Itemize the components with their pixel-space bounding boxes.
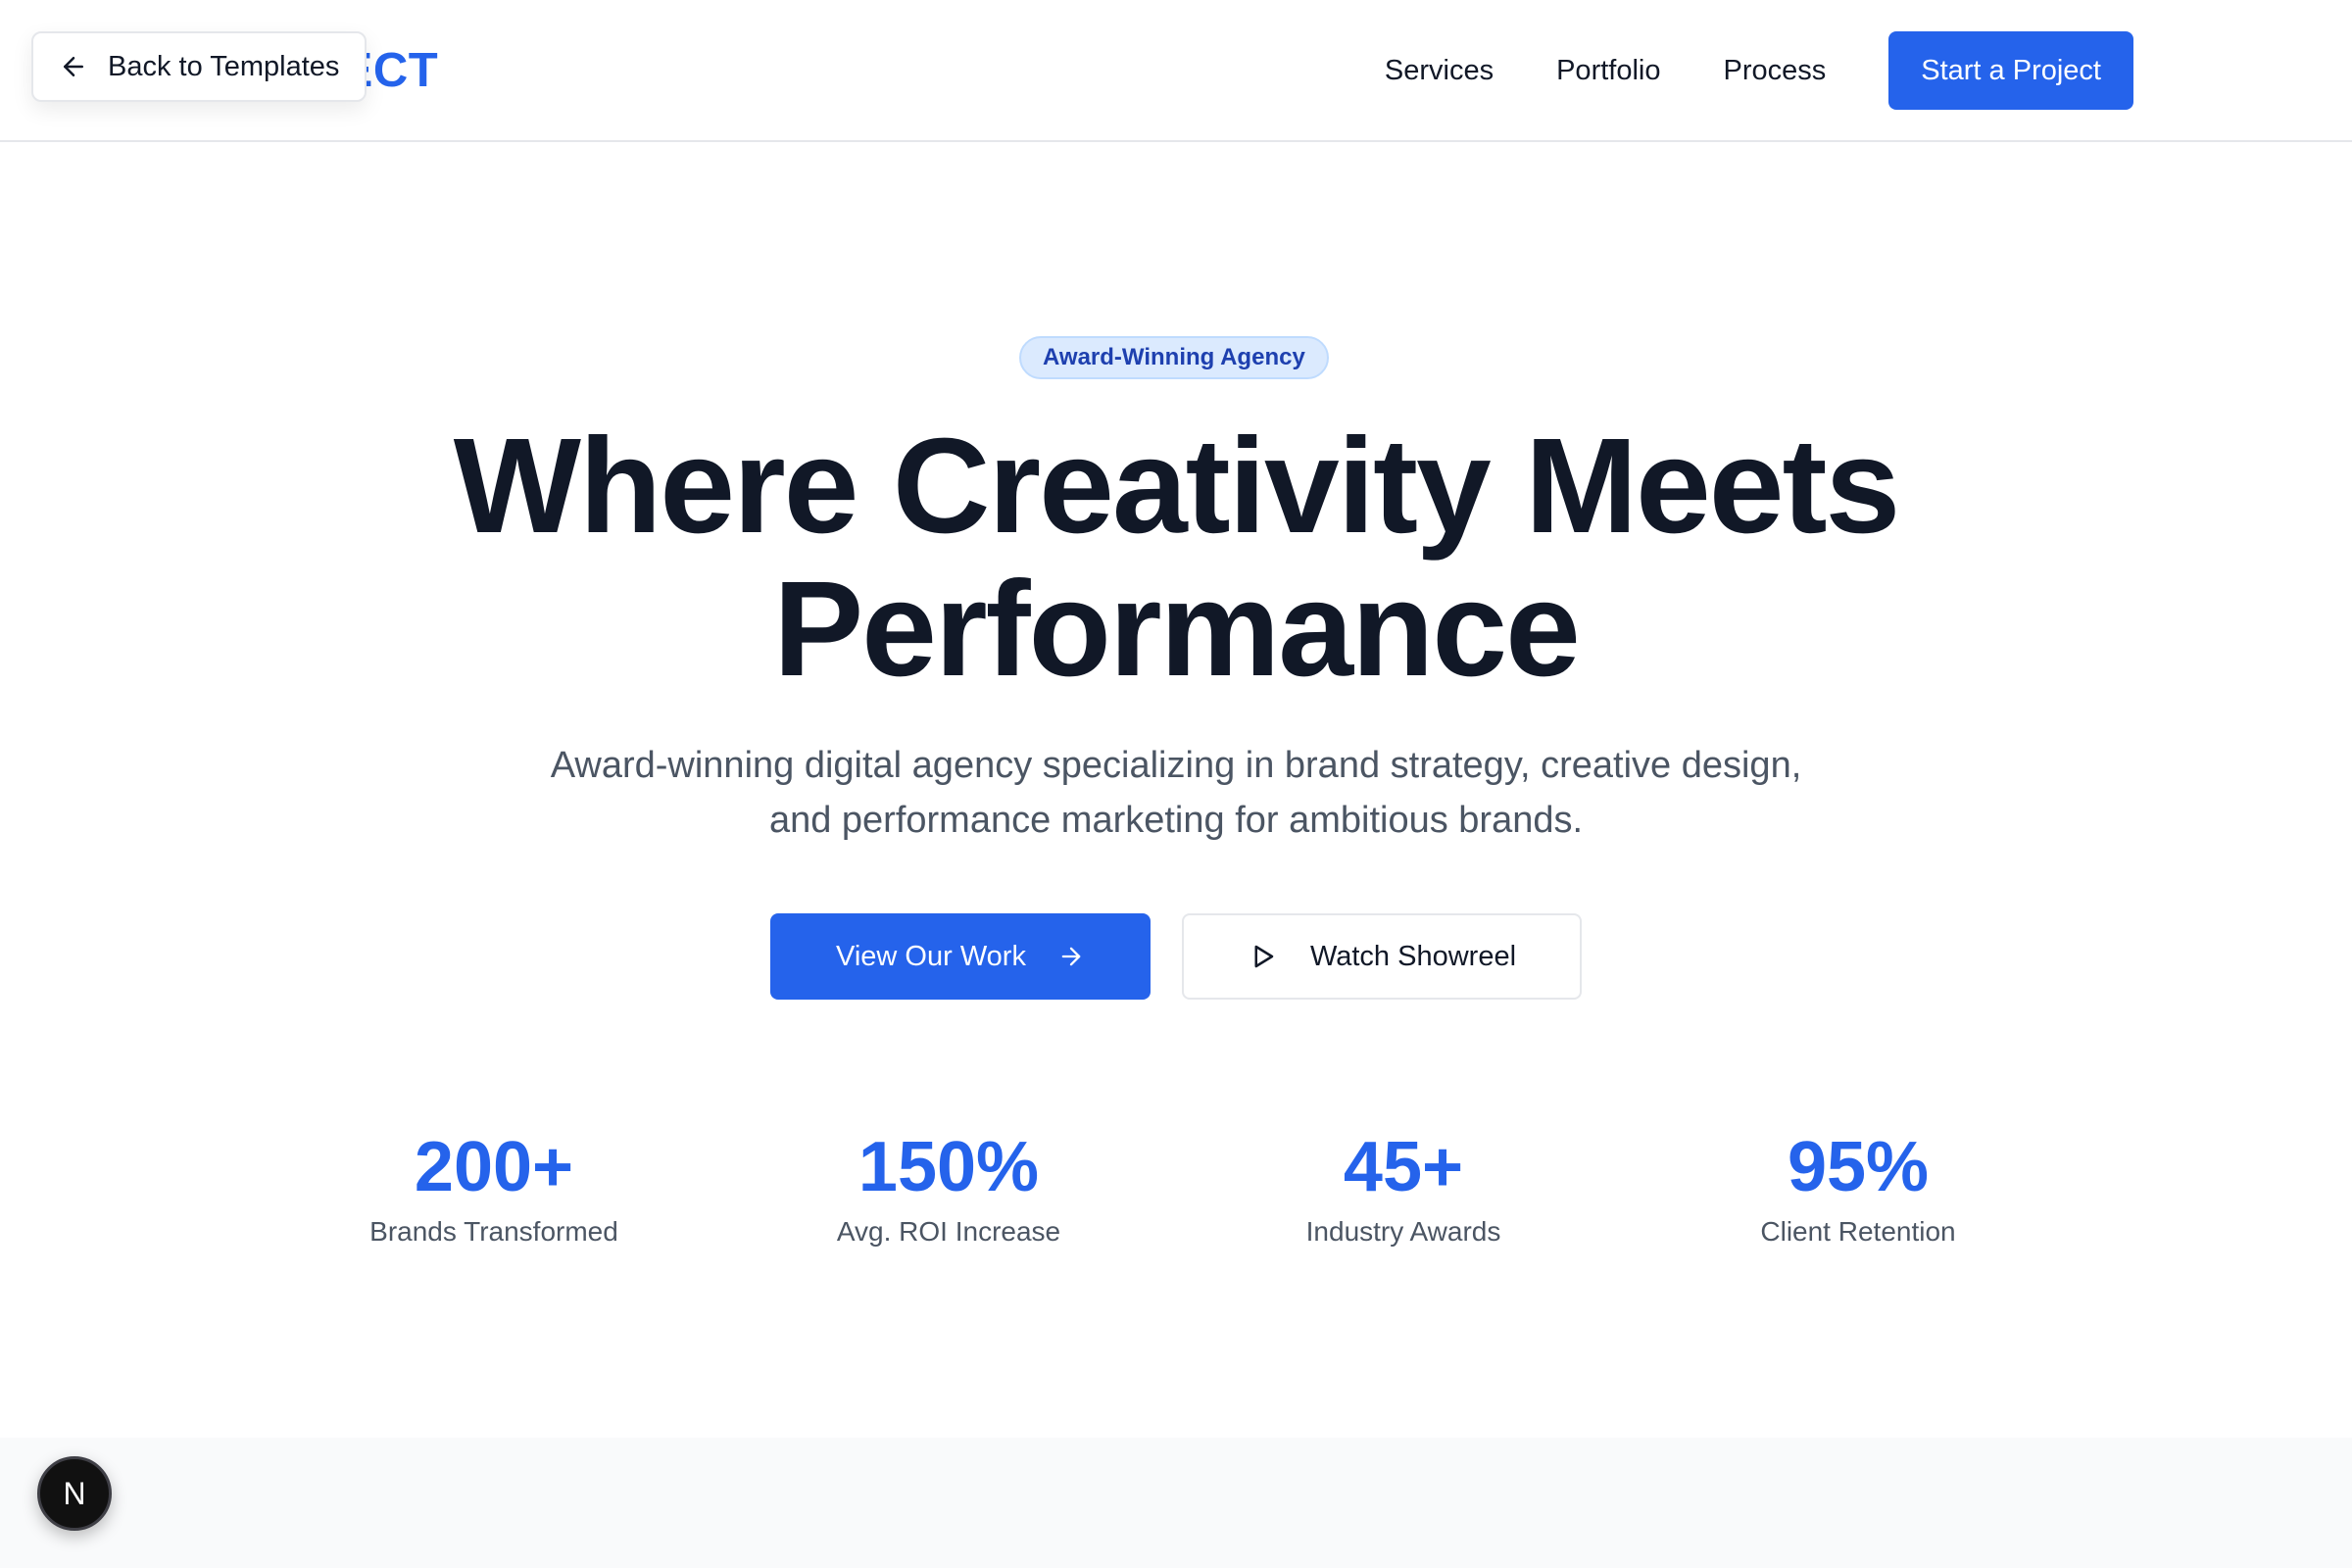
subhead-line-2: and performance marketing for ambitious … — [768, 800, 1584, 841]
stat-value: 45+ — [1343, 1128, 1464, 1206]
stat-client-retention: 95% Client Retention — [1662, 1124, 2054, 1251]
stat-label: Client Retention — [1760, 1216, 1956, 1247]
page: PERFECT Services Portfolio Process Start… — [0, 0, 2352, 1568]
stat-value: 95% — [1787, 1128, 1930, 1206]
watch-showreel-button[interactable]: Watch Showreel — [1182, 913, 1582, 1000]
play-icon — [1254, 945, 1274, 968]
arrow-right-icon — [1061, 947, 1081, 966]
next-section — [0, 1438, 2352, 1568]
hero-section: Award-Winning Agency Where Creativity Me… — [0, 142, 2352, 1438]
arrow-left-icon — [64, 57, 83, 76]
back-to-templates-button[interactable]: Back to Templates — [31, 31, 367, 102]
stat-brands-transformed: 200+ Brands Transformed — [298, 1124, 690, 1251]
nextjs-dev-badge[interactable]: N — [37, 1456, 112, 1531]
nav-link-services[interactable]: Services — [1385, 31, 1494, 110]
stat-industry-awards: 45+ Industry Awards — [1207, 1124, 1599, 1251]
stats-row: 200+ Brands Transformed 150% Avg. ROI In… — [0, 1124, 2352, 1261]
stat-label: Avg. ROI Increase — [836, 1216, 1061, 1247]
nav-link-process[interactable]: Process — [1723, 31, 1826, 110]
stat-label: Brands Transformed — [369, 1216, 618, 1247]
view-our-work-button[interactable]: View Our Work — [770, 913, 1151, 1000]
award-badge: Award-Winning Agency — [1019, 336, 1329, 379]
stat-roi-increase: 150% Avg. ROI Increase — [753, 1124, 1145, 1251]
view-our-work-label: View Our Work — [836, 940, 1026, 972]
stat-value: 200+ — [414, 1128, 574, 1206]
start-project-button[interactable]: Start a Project — [1888, 31, 2133, 110]
subhead-line-1: Award-winning digital agency specializin… — [550, 745, 1802, 786]
headline-line-1: Where Creativity Meets — [453, 411, 1901, 562]
headline-line-2: Performance — [773, 554, 1581, 705]
watch-showreel-label: Watch Showreel — [1309, 940, 1517, 972]
back-to-templates-label: Back to Templates — [108, 50, 340, 82]
hero-subheading: Award-winning digital agency specializin… — [470, 738, 1882, 848]
hero-headline: Where Creativity Meets Performance — [0, 415, 2352, 701]
stat-value: 150% — [858, 1128, 1040, 1206]
stat-label: Industry Awards — [1305, 1216, 1501, 1247]
nav-link-portfolio[interactable]: Portfolio — [1556, 31, 1660, 110]
main-nav: Services Portfolio Process Start a Proje… — [1385, 31, 2133, 110]
